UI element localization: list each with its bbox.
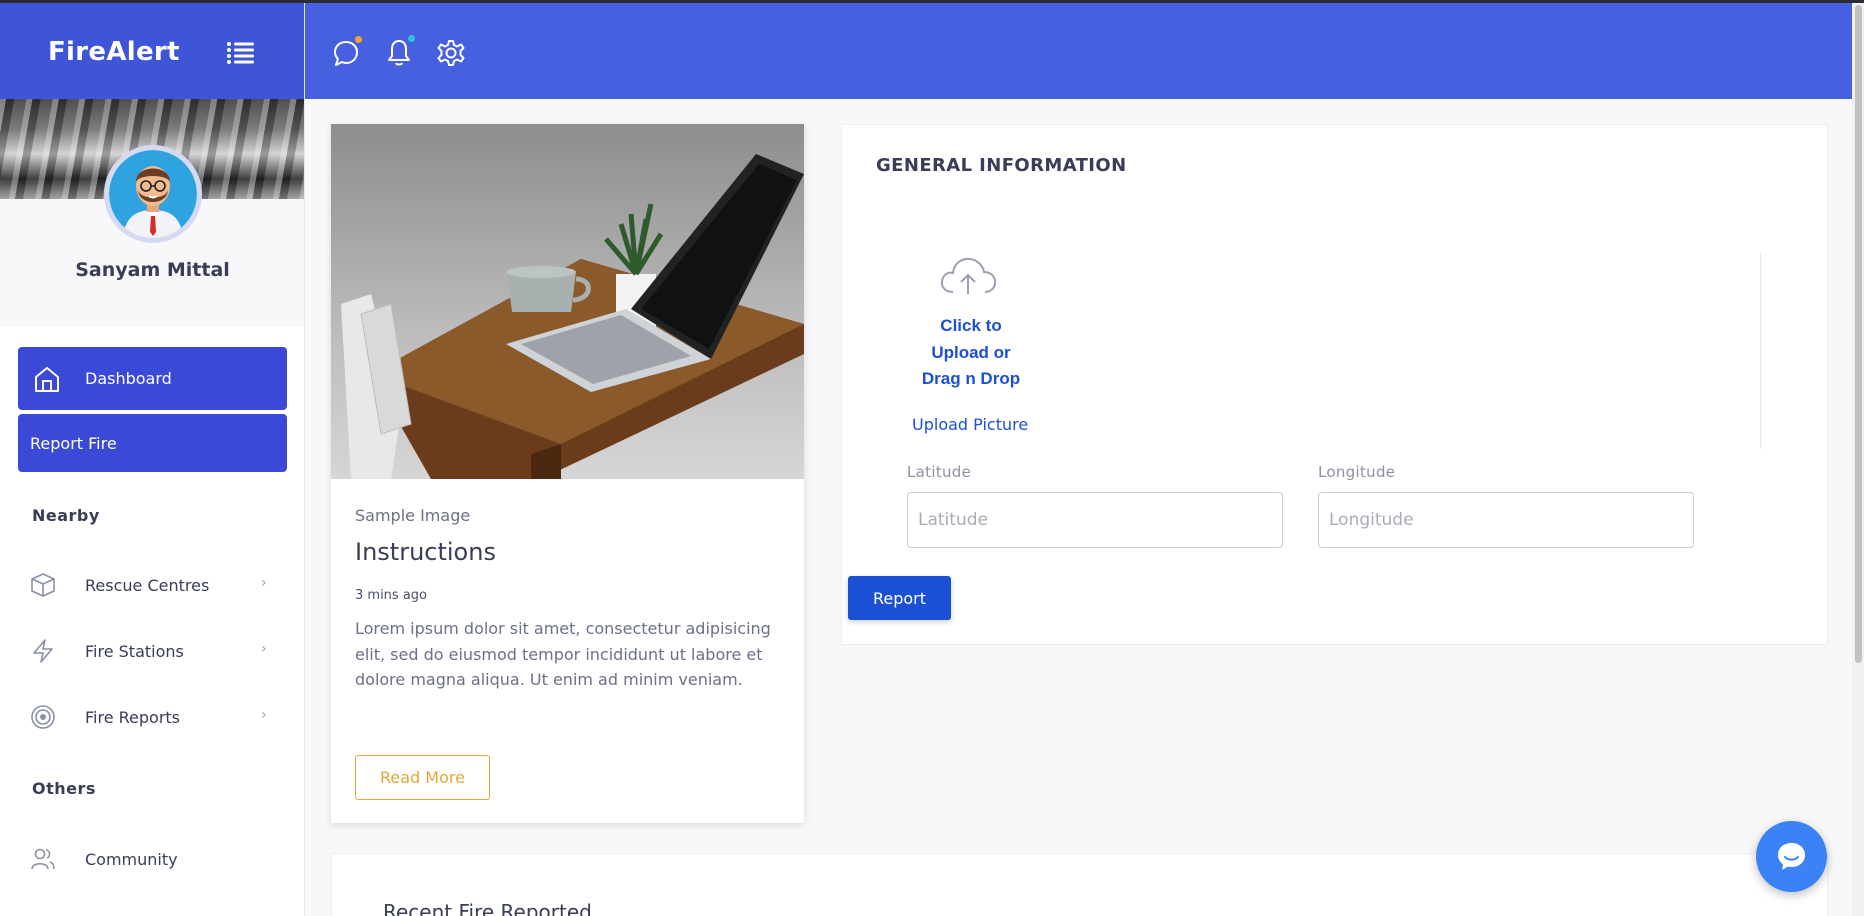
avatar[interactable] [104, 145, 202, 243]
cloud-upload-icon [937, 254, 999, 296]
longitude-input[interactable] [1318, 492, 1694, 548]
chat-launcher-button[interactable] [1756, 821, 1827, 892]
upload-instructions: Click to Upload or Drag n Drop [898, 313, 1044, 393]
sidebar-item-label: Rescue Centres [85, 576, 210, 595]
section-title-nearby: Nearby [32, 506, 100, 525]
upload-dropzone[interactable]: Click to Upload or Drag n Drop [898, 251, 1044, 441]
cube-icon [30, 572, 56, 598]
card-photo [331, 124, 804, 479]
upload-text-line: Click to [940, 316, 1002, 335]
upload-text-line: Drag n Drop [921, 369, 1021, 388]
latitude-input[interactable] [907, 492, 1283, 548]
recent-fire-card: Recent Fire Reported [331, 853, 1828, 916]
sidebar-item-label: Fire Reports [85, 708, 181, 727]
sidebar-item-dashboard[interactable]: Dashboard [18, 347, 287, 410]
card-title: Instructions [355, 538, 496, 566]
bell-icon[interactable] [384, 35, 415, 68]
card-timestamp: 3 mins ago [355, 588, 427, 603]
report-button[interactable]: Report [848, 576, 951, 620]
page-scrollbar[interactable] [1852, 3, 1864, 916]
brand-bar: FireAlert [0, 3, 304, 99]
chevron-right-icon: › [261, 707, 267, 723]
sidebar-item-label: Dashboard [85, 369, 172, 388]
upload-picture-link[interactable]: Upload Picture [912, 415, 1028, 434]
sidebar-item-report-fire[interactable]: Report Fire [18, 414, 287, 472]
gear-icon[interactable] [436, 38, 466, 68]
longitude-label: Longitude [1318, 463, 1396, 481]
sidebar-item-label: Fire Stations [85, 642, 184, 661]
sidebar-item-label: Report Fire [30, 434, 117, 453]
chat-bubble-icon [1778, 843, 1805, 870]
sidebar-item-community[interactable]: Community [18, 837, 287, 881]
lightning-icon [30, 638, 56, 664]
top-header [305, 3, 1852, 99]
home-icon [32, 364, 62, 394]
message-icon[interactable] [331, 36, 362, 68]
message-notification-dot [355, 36, 362, 43]
users-icon [30, 846, 56, 872]
recent-fire-title: Recent Fire Reported [383, 900, 592, 916]
card-description: Lorem ipsum dolor sit amet, consectetur … [355, 619, 771, 689]
upload-text-line: Upload or [931, 342, 1011, 362]
section-title-others: Others [32, 779, 96, 798]
general-information-panel: GENERAL INFORMATION Click to Upload or D… [841, 124, 1828, 645]
chevron-right-icon: › [261, 641, 267, 657]
sidebar-item-fire-reports[interactable]: Fire Reports › [18, 695, 287, 739]
sidebar-item-label: Community [85, 850, 178, 869]
chevron-right-icon: › [261, 575, 267, 591]
divider [1760, 253, 1761, 449]
panel-title: GENERAL INFORMATION [876, 155, 1127, 176]
menu-list-icon[interactable] [226, 41, 256, 65]
app-brand[interactable]: FireAlert [48, 37, 180, 67]
read-more-button[interactable]: Read More [355, 755, 490, 800]
card-subtitle: Sample Image [355, 506, 471, 525]
bell-notification-dot [408, 35, 415, 42]
user-name: Sanyam Mittal [75, 259, 230, 281]
sidebar-item-rescue-centres[interactable]: Rescue Centres › [18, 563, 287, 607]
sidebar-item-fire-stations[interactable]: Fire Stations › [18, 629, 287, 673]
latitude-label: Latitude [907, 463, 972, 481]
scrollbar-thumb[interactable] [1855, 5, 1862, 663]
target-icon [30, 704, 56, 730]
sidebar: FireAlert Sanyam Mittal Dashboard Report… [0, 3, 305, 916]
instructions-card: Sample Image Instructions 3 mins ago Lor… [331, 124, 804, 823]
